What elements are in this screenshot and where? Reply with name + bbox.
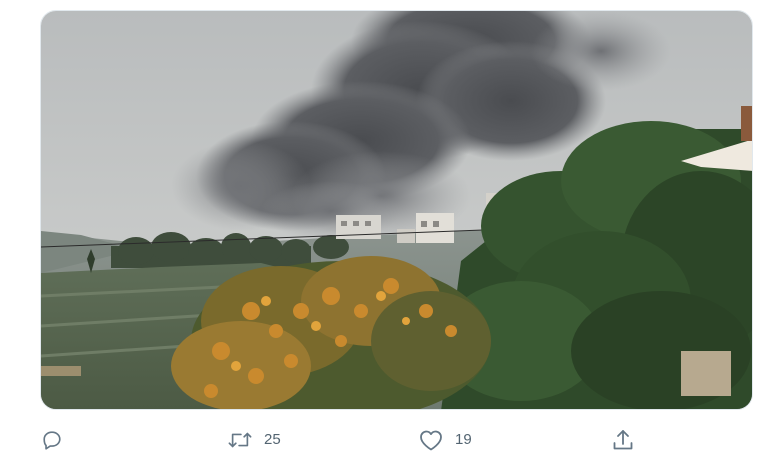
tweet-card: 25 19 — [0, 0, 780, 465]
heart-icon — [419, 428, 443, 452]
retweet-button[interactable]: 25 — [228, 426, 281, 454]
smoke-plume-photo — [41, 11, 752, 409]
tweet-actions-bar: 25 19 — [0, 420, 780, 460]
share-icon — [611, 428, 635, 452]
tweet-photo[interactable] — [40, 10, 753, 410]
reply-icon — [40, 428, 64, 452]
like-count: 19 — [455, 431, 472, 448]
reply-button[interactable] — [40, 426, 64, 454]
like-button[interactable]: 19 — [419, 426, 472, 454]
share-button[interactable] — [611, 426, 635, 454]
retweet-count: 25 — [264, 431, 281, 448]
retweet-icon — [228, 428, 252, 452]
